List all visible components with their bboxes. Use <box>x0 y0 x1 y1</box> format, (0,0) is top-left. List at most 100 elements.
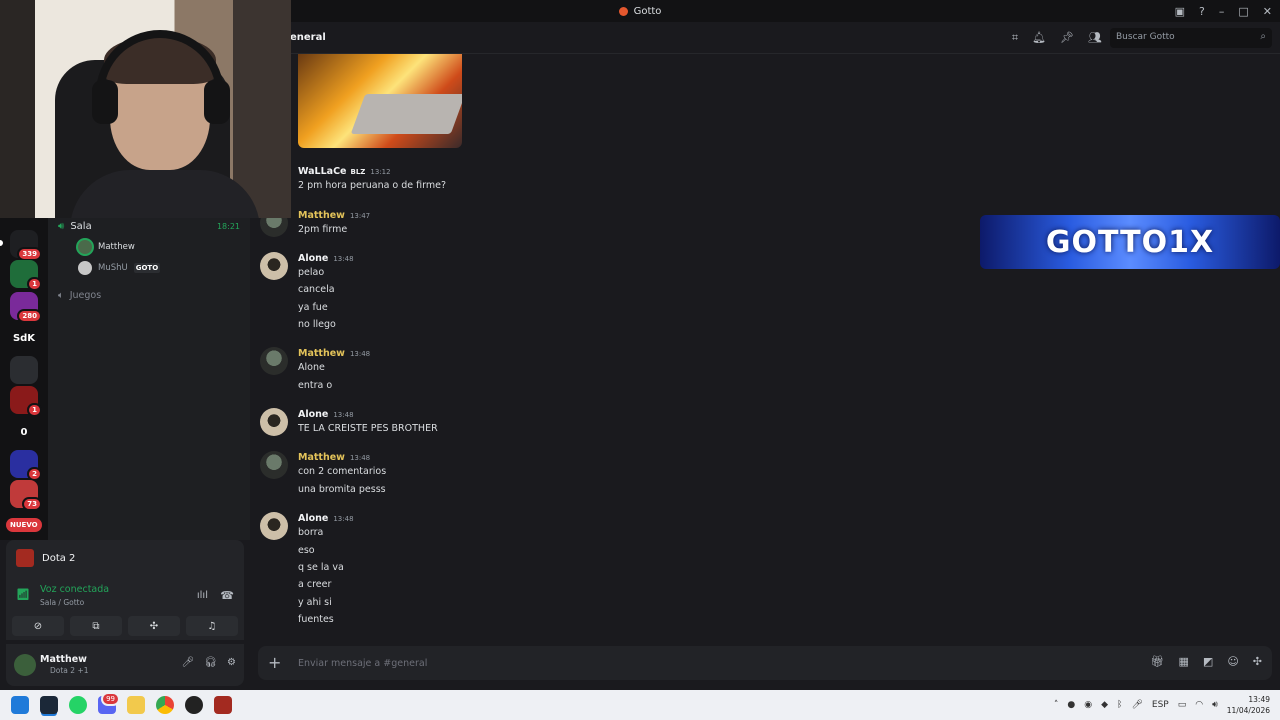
message-time: 13:47 <box>349 212 371 220</box>
help-icon[interactable]: ? <box>1199 5 1205 18</box>
discord-window: Gotto ▣ ? – □ ✕ eneral ⌗ 🔔︎ 📌︎ 👥︎ Buscar… <box>0 0 1280 720</box>
user-name[interactable]: Matthew <box>40 654 87 665</box>
gif-icon[interactable]: ▦ <box>1179 655 1189 668</box>
avatar <box>78 240 92 254</box>
new-badge[interactable]: NUEVO <box>6 518 42 532</box>
server-icon[interactable]: 280 <box>10 292 42 323</box>
emoji-icon[interactable]: ☺ <box>1227 655 1238 668</box>
voice-location[interactable]: Sala / Gotto <box>40 598 84 607</box>
monitor-icon[interactable]: ▭ <box>1178 700 1187 710</box>
message-author: Matthew 13:47 <box>298 210 370 221</box>
search-icon: ⌕ <box>1260 31 1266 42</box>
pin-icon[interactable]: 📌︎ <box>1060 31 1074 45</box>
message-author: Matthew 13:48 <box>298 452 370 463</box>
activity-panel[interactable]: Dota 2 <box>6 540 244 576</box>
disconnect-icon[interactable]: ☎ <box>220 589 234 602</box>
server-label: 0 <box>20 426 28 438</box>
avatar[interactable] <box>14 654 36 676</box>
signal-icon: 📶︎ <box>16 588 30 601</box>
chevron-up-icon[interactable]: ˄ <box>1054 700 1059 710</box>
user-panel: Matthew Dota 2 +1 🎤︎ 🎧︎ ⚙ <box>6 644 244 686</box>
close-button[interactable]: ✕ <box>1263 5 1272 18</box>
message-image[interactable] <box>298 54 462 148</box>
tray-app-icon[interactable]: ◆ <box>1101 700 1108 710</box>
bluetooth-icon[interactable]: ᛒ <box>1117 700 1122 710</box>
server-badge: 1 <box>27 403 42 417</box>
dota-icon[interactable] <box>214 696 232 714</box>
noise-suppression-icon[interactable]: ılıl <box>197 590 208 601</box>
message-input[interactable] <box>298 654 1098 672</box>
add-attachment-icon[interactable]: + <box>268 653 281 672</box>
bell-icon[interactable]: 🔔︎ <box>1032 31 1046 45</box>
screen-share-button[interactable]: ⧉ <box>70 616 122 636</box>
author-name[interactable]: Alone <box>298 409 328 420</box>
server-rail: 339 1 280 SdK 1 0 2 73 NUEVO <box>0 218 48 540</box>
language-indicator[interactable]: ESP <box>1152 700 1169 710</box>
discord-icon[interactable]: 99 <box>98 692 120 714</box>
sticker-icon[interactable]: ◩ <box>1203 655 1213 668</box>
server-icon[interactable]: 1 <box>10 260 42 291</box>
author-name[interactable]: Matthew <box>298 210 345 221</box>
server-icon[interactable]: 1 <box>10 386 42 417</box>
avatar[interactable] <box>260 451 288 479</box>
speaker-icon: 🔈︎ <box>58 290 64 301</box>
search-input[interactable]: Buscar Gotto ⌕ <box>1110 28 1272 48</box>
apps-icon[interactable]: ✣ <box>1253 655 1262 668</box>
message-line: ya fue <box>298 302 328 313</box>
author-name[interactable]: WaLLaCe <box>298 166 346 177</box>
author-name[interactable]: Alone <box>298 253 328 264</box>
server-icon[interactable]: 0 <box>10 418 38 446</box>
avatar[interactable] <box>260 512 288 540</box>
minimize-button[interactable]: – <box>1219 5 1225 18</box>
avatar[interactable] <box>260 408 288 436</box>
author-name[interactable]: Matthew <box>298 452 345 463</box>
tray-app-icon[interactable]: ◉ <box>1084 700 1092 710</box>
mic-icon[interactable]: 🎤︎ <box>182 657 195 668</box>
message-line: q se la va <box>298 562 344 573</box>
gear-icon[interactable]: ⚙ <box>227 657 236 668</box>
message-line: y ahi si <box>298 597 332 608</box>
maximize-button[interactable]: □ <box>1238 5 1248 18</box>
gift-icon[interactable]: 🎁︎ <box>1151 655 1165 668</box>
header-toolbar: ⌗ 🔔︎ 📌︎ 👥︎ <box>1012 31 1102 45</box>
screen-share-icon[interactable]: ▣ <box>1175 5 1185 18</box>
voice-user[interactable]: Matthew <box>78 238 238 256</box>
activities-button[interactable]: ✣ <box>128 616 180 636</box>
whatsapp-icon[interactable] <box>69 696 87 714</box>
message-time: 13:48 <box>333 411 354 419</box>
avatar[interactable] <box>260 252 288 280</box>
author-name[interactable]: Matthew <box>298 348 345 359</box>
volume-icon[interactable]: 🔊︎ <box>1212 700 1218 710</box>
composer-tools: 🎁︎ ▦ ◩ ☺ ✣ <box>1151 655 1262 668</box>
voice-user[interactable]: MuShU GOTO <box>78 259 238 277</box>
wifi-icon[interactable]: ◠ <box>1195 700 1203 710</box>
server-icon[interactable]: 73 <box>10 480 42 511</box>
server-icon[interactable]: SdK <box>10 324 38 352</box>
server-icon[interactable] <box>10 356 38 384</box>
folder-icon[interactable] <box>127 696 145 714</box>
author-name[interactable]: Alone <box>298 513 328 524</box>
voice-channel-sala[interactable]: 🔊︎ Sala 18:21 <box>58 218 244 234</box>
voice-status[interactable]: Voz conectada <box>40 584 109 595</box>
avatar[interactable] <box>260 347 288 375</box>
clock[interactable]: 13:49 11/04/2026 <box>1227 694 1270 716</box>
channel-header: eneral ⌗ 🔔︎ 📌︎ 👥︎ Buscar Gotto ⌕ <box>250 22 1280 54</box>
steam-icon[interactable] <box>40 696 58 714</box>
voice-channel-juegos[interactable]: 🔈︎ Juegos <box>58 290 101 301</box>
server-icon[interactable]: 339 <box>10 230 42 261</box>
webcam-overlay <box>0 0 291 218</box>
server-icon[interactable]: 2 <box>10 450 42 481</box>
laptop-shape <box>350 94 462 134</box>
obs-icon[interactable] <box>185 696 203 714</box>
headphones-icon[interactable]: 🎧︎ <box>204 657 217 668</box>
chrome-icon[interactable] <box>156 696 174 714</box>
camera-off-button[interactable]: ⊘ <box>12 616 64 636</box>
threads-icon[interactable]: ⌗ <box>1012 31 1018 45</box>
soundboard-button[interactable]: ♫ <box>186 616 238 636</box>
tray-app-icon[interactable]: ● <box>1067 700 1075 710</box>
windows-start-icon[interactable] <box>11 696 29 714</box>
members-icon[interactable]: 👥︎ <box>1088 31 1102 45</box>
guild-tag: BLZ <box>350 168 366 176</box>
mic-icon[interactable]: 🎤︎ <box>1131 700 1142 710</box>
message-composer: + 🎁︎ ▦ ◩ ☺ ✣ <box>258 646 1272 680</box>
